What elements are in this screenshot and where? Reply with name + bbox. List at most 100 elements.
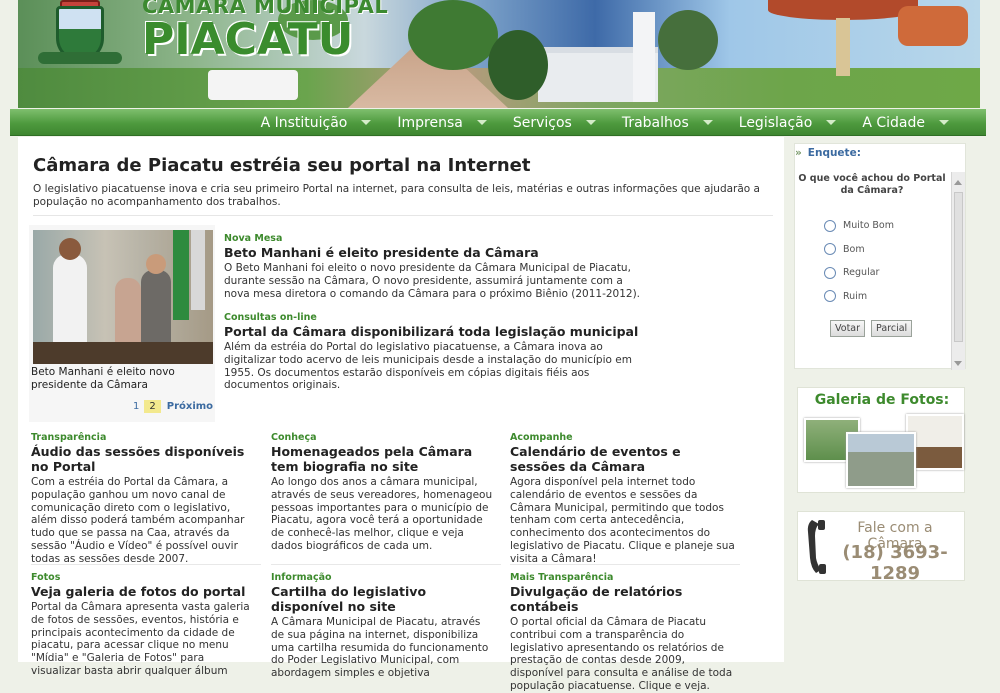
pager-next-link[interactable]: Próximo [167,401,213,412]
poll-option-label: Muito Bom [843,220,894,232]
banner-bench [208,70,298,100]
scroll-up-icon[interactable] [954,180,962,185]
contact-widget[interactable]: Fale com a Câmara (18) 3693-1289 [797,511,965,584]
poll-question: O que você achou do Portal da Câmara? [798,173,946,196]
partial-results-button[interactable]: Parcial [871,320,913,337]
radio-button[interactable] [824,290,836,303]
photo-gallery-widget[interactable]: Galeria de Fotos: [797,387,965,493]
photo-head [59,238,81,260]
poll-option-label: Regular [843,267,880,279]
news-item: Transparência Áudio das sessões disponív… [31,432,253,566]
news-title[interactable]: Calendário de eventos e sessões da Câmar… [510,444,736,474]
telephone-icon [807,520,826,574]
poll-option[interactable]: Ruim [824,285,894,309]
double-chevron-icon: » [795,147,802,159]
banner-roof [898,6,968,46]
poll-label: » Enquete: [795,147,861,159]
news-item: Consultas on-line Portal da Câmara dispo… [224,312,644,392]
city-crest-logo[interactable] [34,0,126,70]
chevron-down-icon [476,120,487,125]
divider [510,564,740,565]
news-tag: Fotos [31,572,61,583]
chevron-down-icon [585,120,596,125]
chevron-down-icon [361,120,372,125]
nav-item-label: Serviços [512,114,572,131]
nav-item-imprensa[interactable]: Imprensa [384,109,499,136]
news-tag: Transparência [31,432,107,443]
photo-flag [173,230,189,320]
chevron-down-icon [939,120,949,125]
banner-kiosk [768,0,918,80]
radio-button[interactable] [824,219,836,232]
nav-item-servicos[interactable]: Serviços [500,109,609,136]
site-brand[interactable]: CÂMARA MUNICIPAL PIACATU [142,0,388,62]
gallery-title: Galeria de Fotos: [814,392,950,408]
radio-button[interactable] [824,243,836,256]
scroll-down-icon[interactable] [954,361,962,366]
feature-pager: 1 2 Próximo [128,400,213,413]
news-title[interactable]: Homenageados pela Câmara tem biografia n… [271,444,495,474]
news-tag: Nova Mesa [224,233,283,244]
news-item: Conheça Homenageados pela Câmara tem bio… [271,432,495,553]
news-title[interactable]: Áudio das sessões disponíveis no Portal [31,444,253,474]
banner-tree [408,0,498,70]
feature-photo[interactable] [33,230,213,364]
news-title[interactable]: Veja galeria de fotos do portal [31,584,253,599]
news-title[interactable]: Cartilha do legislativo disponível no si… [271,584,495,614]
poll-option[interactable]: Regular [824,261,894,285]
news-title[interactable]: Divulgação de relatórios contábeis [510,584,736,614]
news-item: Nova Mesa Beto Manhani é eleito presiden… [224,233,644,300]
news-tag: Consultas on-line [224,312,317,323]
nav-item-label: A Cidade [862,114,925,131]
poll-option-label: Bom [843,243,865,255]
chevron-down-icon [702,120,713,125]
radio-button[interactable] [824,266,836,279]
nav-item-instituicao[interactable]: A Instituição [248,109,385,136]
poll-widget: » Enquete: O que você achou do Portal da … [794,143,966,370]
photo-flag [191,230,205,310]
nav-item-legislacao[interactable]: Legislação [726,109,850,136]
page-headline[interactable]: Câmara de Piacatu estréia seu portal na … [33,155,531,176]
church-tower [633,12,655,102]
news-tag: Acompanhe [510,432,573,443]
news-title[interactable]: Portal da Câmara disponibilizará toda le… [224,324,644,339]
nav-item-label: Legislação [738,114,813,131]
news-item: Mais Transparência Divulgação de relatór… [510,572,736,693]
news-text: Com a estréia do Portal da Câmara, a pop… [31,476,245,565]
nav-item-trabalhos[interactable]: Trabalhos [609,109,726,136]
gallery-thumbnail [846,432,916,488]
news-text: Além da estréia do Portal do legislativo… [224,341,632,392]
headline-intro: O legislativo piacatuense inova e cria s… [33,183,760,208]
news-item: Informação Cartilha do legislativo dispo… [271,572,495,680]
main-nav: A Instituição Imprensa Serviços Trabalho… [10,109,986,136]
sidebar: » Enquete: O que você achou do Portal da … [786,137,980,662]
contact-phone: (18) 3693-1289 [842,542,948,584]
divider [31,564,261,565]
news-tag: Conheça [271,432,317,443]
news-tag: Informação [271,572,332,583]
news-text: O Beto Manhani foi eleito o novo preside… [224,262,641,300]
poll-option[interactable]: Muito Bom [824,214,894,238]
kiosk-roof [768,0,918,20]
photo-table [33,342,213,364]
pager-page-2[interactable]: 2 [144,400,161,413]
poll-scrollbar[interactable] [951,172,965,370]
feature-caption[interactable]: Beto Manhani é eleito novo presidente da… [31,366,215,392]
crest-ribbon [38,52,122,64]
banner-tree [658,10,718,70]
news-text: Ao longo dos anos a câmara municipal, at… [271,476,493,552]
poll-option[interactable]: Bom [824,238,894,262]
nav-item-cidade[interactable]: A Cidade [849,109,962,136]
news-text: A Câmara Municipal de Piacatu, através d… [271,616,489,680]
poll-option-label: Ruim [843,290,868,302]
brand-title: PIACATU [142,14,354,65]
chevron-down-icon [826,120,837,125]
news-text: O portal oficial da Câmara de Piacatu co… [510,616,733,692]
news-item: Acompanhe Calendário de eventos e sessõe… [510,432,736,566]
pager-page-1[interactable]: 1 [128,400,144,413]
news-tag: Mais Transparência [510,572,614,583]
news-title[interactable]: Beto Manhani é eleito presidente da Câma… [224,245,644,260]
vote-button[interactable]: Votar [830,320,866,337]
scroll-thumb[interactable] [954,192,963,342]
nav-item-label: A Instituição [260,114,348,131]
